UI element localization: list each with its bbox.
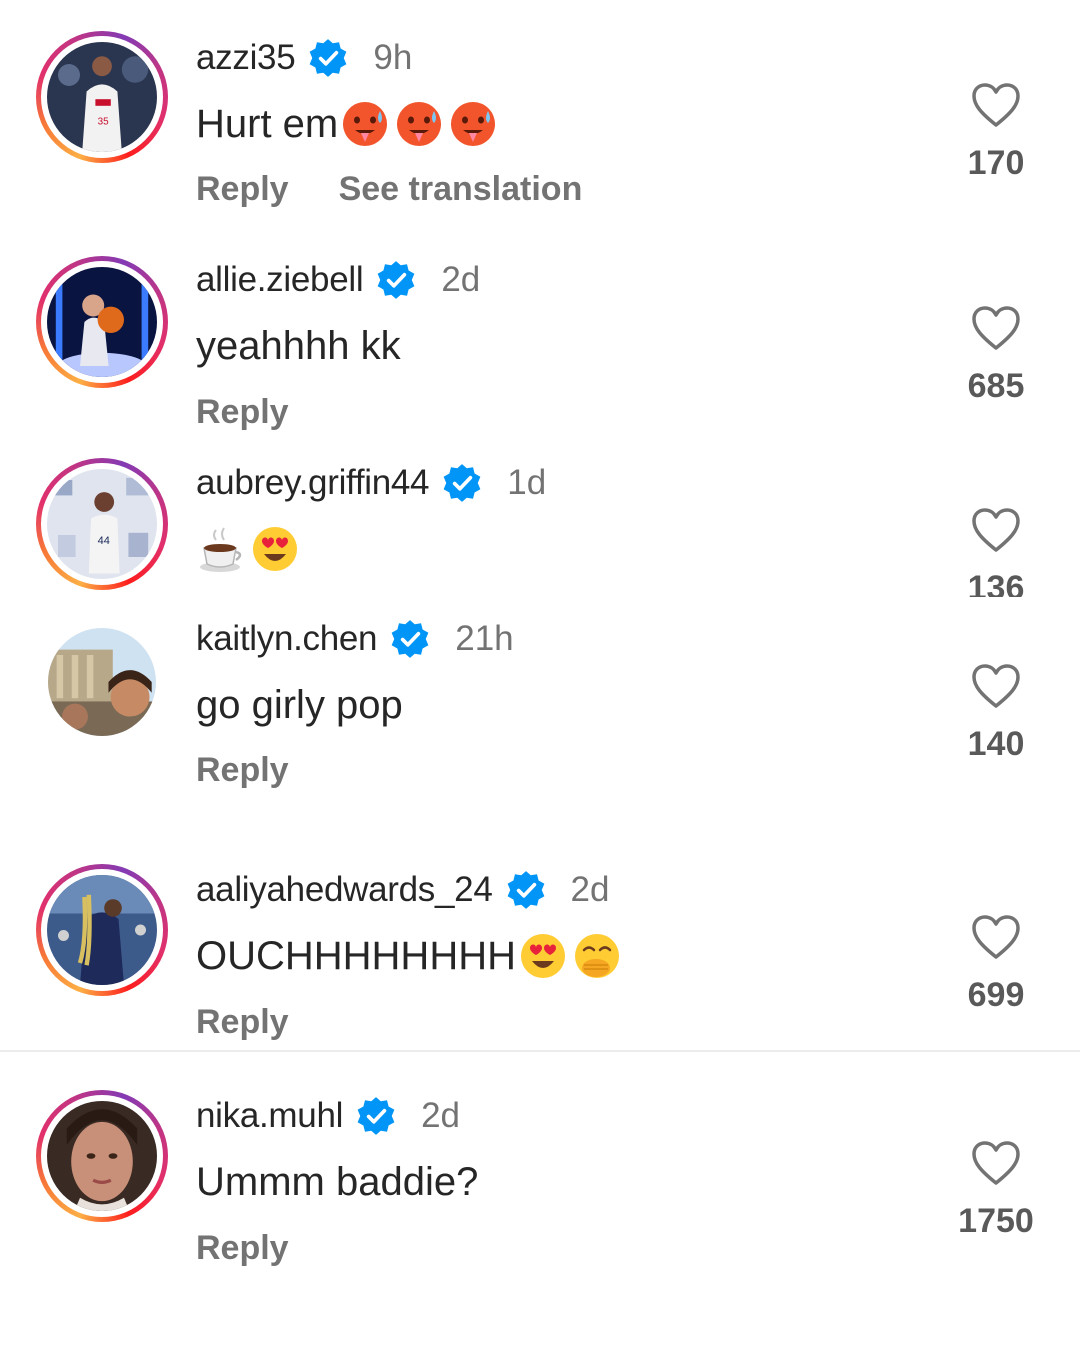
reply-button[interactable]: Reply (196, 393, 289, 432)
like-count: 1750 (958, 1202, 1034, 1240)
avatar-story-ring[interactable]: 35 (36, 31, 168, 163)
comment-text: Hurt em (196, 101, 339, 146)
reply-button[interactable]: Reply (196, 751, 289, 790)
comment-item: nika.muhl 2d Ummm baddie? Reply 1750 (0, 1052, 1080, 1350)
like-control: 136 (936, 507, 1056, 597)
hot-face-emoji-icon (451, 102, 496, 146)
avatar: 44 (47, 469, 157, 579)
avatar-story-ring[interactable] (36, 1090, 168, 1222)
reply-button[interactable]: Reply (196, 1003, 289, 1042)
comment-username[interactable]: aaliyahedwards_24 (196, 870, 493, 910)
heart-icon[interactable] (971, 305, 1021, 351)
comment-username[interactable]: kaitlyn.chen (196, 619, 378, 659)
heart-eyes-emoji-icon (520, 934, 565, 978)
avatar-story-ring[interactable] (36, 256, 168, 388)
like-count: 136 (967, 569, 1025, 597)
like-count: 140 (967, 725, 1025, 763)
comment-timestamp: 21h (455, 619, 514, 658)
hand-over-mouth-emoji-icon (574, 934, 619, 978)
comment-item: 35 azzi35 9h Hurt em Reply See translati… (0, 0, 1080, 235)
verified-badge-icon (310, 39, 347, 77)
heart-icon[interactable] (971, 507, 1021, 553)
comment-item: aaliyahedwards_24 2d OUCHHHHHHHH Reply 6… (0, 840, 1080, 1050)
verified-badge-icon (391, 620, 429, 658)
comment-text: OUCHHHHHHHH (196, 933, 516, 978)
heart-icon[interactable] (971, 663, 1021, 709)
comment-timestamp: 2d (570, 870, 610, 909)
comment-text: go girly pop (196, 682, 403, 727)
comment-timestamp: 9h (373, 38, 413, 77)
see-translation-button[interactable]: See translation (339, 170, 583, 209)
comment-item: 44 aubrey.griffin44 1d 136 (0, 455, 1080, 597)
heart-icon[interactable] (971, 914, 1021, 960)
like-control: 699 (936, 914, 1056, 1015)
comment-username[interactable]: aubrey.griffin44 (196, 463, 430, 503)
reply-button[interactable]: Reply (196, 1229, 289, 1268)
like-control: 140 (936, 663, 1056, 764)
comment-item: allie.ziebell 2d yeahhhh kk Reply 685 (0, 235, 1080, 455)
avatar-story-ring[interactable] (36, 864, 168, 996)
verified-badge-icon (507, 871, 544, 909)
comment-text: yeahhhh kk (196, 323, 401, 368)
hot-face-emoji-icon (397, 102, 442, 146)
heart-icon[interactable] (971, 82, 1021, 128)
like-control: 685 (936, 305, 1056, 406)
svg-text:35: 35 (98, 117, 110, 128)
comment-item: kaitlyn.chen 21h go girly pop Reply 140 (0, 597, 1080, 840)
heart-eyes-emoji-icon (253, 527, 297, 571)
like-count: 699 (967, 976, 1025, 1014)
verified-badge-icon (377, 261, 415, 299)
avatar (48, 628, 156, 736)
heart-icon[interactable] (971, 1140, 1021, 1186)
reply-button[interactable]: Reply (196, 170, 289, 209)
avatar-story-ring[interactable]: 44 (36, 458, 168, 590)
avatar (47, 1101, 157, 1211)
comment-timestamp: 2d (441, 260, 481, 299)
comment-username[interactable]: allie.ziebell (196, 260, 364, 300)
avatar (47, 875, 157, 985)
like-count: 170 (967, 144, 1025, 182)
like-control: 170 (936, 82, 1056, 183)
avatar (47, 267, 157, 377)
verified-badge-icon (357, 1097, 395, 1135)
comment-timestamp: 1d (507, 463, 547, 502)
avatar-container[interactable] (36, 616, 168, 748)
comment-timestamp: 2d (421, 1096, 461, 1135)
hot-face-emoji-icon (343, 102, 388, 146)
comment-text: Ummm baddie? (196, 1159, 479, 1204)
svg-text:44: 44 (98, 535, 110, 547)
comment-username[interactable]: azzi35 (196, 38, 296, 78)
comment-username[interactable]: nika.muhl (196, 1096, 343, 1136)
verified-badge-icon (443, 464, 481, 502)
like-count: 685 (967, 367, 1025, 405)
avatar: 35 (47, 42, 157, 152)
hot-beverage-emoji-icon (200, 527, 242, 572)
like-control: 1750 (936, 1140, 1056, 1241)
